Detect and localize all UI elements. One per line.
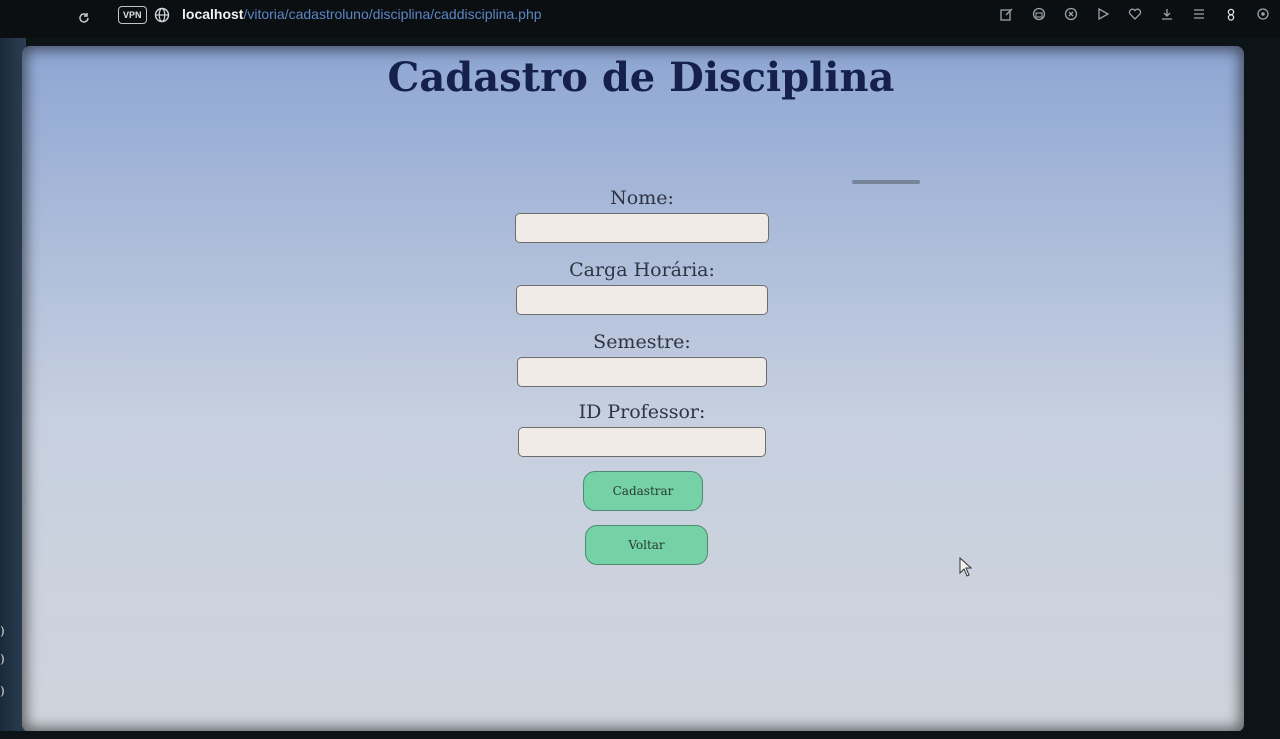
user-icon[interactable]: [1222, 4, 1240, 24]
url-host: localhost: [182, 6, 244, 22]
download-icon[interactable]: [1158, 4, 1176, 24]
semestre-label: Semestre:: [593, 331, 691, 353]
semestre-input[interactable]: [517, 357, 767, 387]
id-professor-label: ID Professor:: [578, 401, 706, 423]
reload-icon[interactable]: [72, 6, 96, 30]
id-professor-input[interactable]: [518, 427, 766, 457]
side-arrow-icon: ): [0, 684, 5, 698]
side-arrow-icon: ): [0, 652, 5, 666]
carga-horaria-input[interactable]: [516, 285, 768, 315]
cadastrar-button[interactable]: Cadastrar: [583, 471, 703, 511]
vpn-icon[interactable]: VPN: [118, 6, 147, 24]
page-background: [22, 46, 1244, 732]
nome-input[interactable]: [515, 213, 769, 243]
edit-icon[interactable]: [998, 4, 1016, 24]
globe-icon: [154, 7, 170, 23]
url-path: /vitoria/cadastroluno/disciplina/caddisc…: [243, 6, 542, 22]
browser-toolbar: VPN localhost/vitoria/cadastroluno/disci…: [0, 0, 1280, 38]
page-title: Cadastro de Disciplina: [387, 54, 895, 101]
side-arrow-icon: ): [0, 624, 5, 638]
settings-icon[interactable]: [1254, 4, 1272, 24]
heart-icon[interactable]: [1126, 4, 1144, 24]
toolbar-icons: [998, 4, 1280, 32]
close-circle-icon[interactable]: [1062, 4, 1080, 24]
play-icon[interactable]: [1094, 4, 1112, 24]
address-bar[interactable]: localhost/vitoria/cadastroluno/disciplin…: [182, 5, 542, 23]
screen-bottom-edge: [0, 731, 1280, 739]
vpn-label: VPN: [123, 10, 142, 20]
mouse-cursor-icon: [959, 556, 973, 577]
carga-horaria-label: Carga Horária:: [569, 259, 715, 281]
camera-icon[interactable]: [1030, 4, 1048, 24]
divider: [852, 180, 920, 184]
voltar-button[interactable]: Voltar: [585, 525, 708, 565]
menu-icon[interactable]: [1190, 4, 1208, 24]
nome-label: Nome:: [610, 187, 674, 209]
